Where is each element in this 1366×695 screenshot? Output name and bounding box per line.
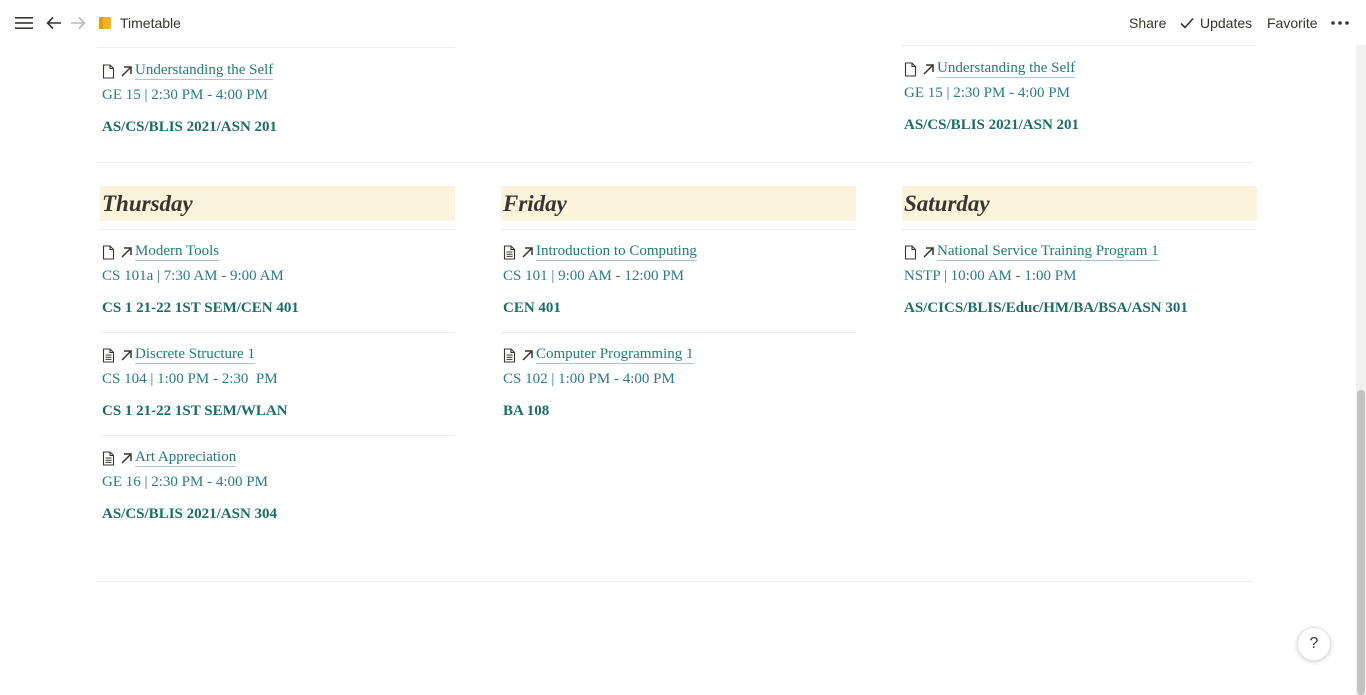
class-title-link[interactable]: Computer Programming 1 xyxy=(536,346,694,364)
class-card[interactable]: Understanding the Self GE 15 | 2:30 PM -… xyxy=(102,60,277,138)
updates-label: Updates xyxy=(1200,14,1253,31)
class-room: AS/CS/BLIS 2021/ASN 304 xyxy=(102,506,278,522)
class-code-time: NSTP | 10:00 AM - 1:00 PM xyxy=(904,268,1077,284)
class-room: AS/CICS/BLIS/Educ/HM/BA/BSA/ASN 301 xyxy=(904,300,1188,316)
class-room: AS/CS/BLIS 2021/ASN 201 xyxy=(102,119,278,135)
class-card[interactable]: Computer Programming 1 CS 102 | 1:00 PM … xyxy=(503,344,694,422)
class-room: CS 1 21-22 1ST SEM/WLAN xyxy=(102,403,288,419)
page-icon xyxy=(904,244,917,260)
divider xyxy=(100,435,455,436)
divider xyxy=(97,47,455,48)
day-heading-thursday: Thursday xyxy=(100,186,455,221)
link-arrow-icon xyxy=(522,246,533,258)
page-icon xyxy=(904,61,917,77)
page-title: Timetable xyxy=(120,14,181,31)
class-title-link[interactable]: Discrete Structure 1 xyxy=(135,346,255,364)
breadcrumb[interactable]: Timetable xyxy=(98,0,181,45)
divider xyxy=(100,229,455,230)
section-divider xyxy=(97,162,1253,163)
page-text-icon xyxy=(503,244,516,260)
divider xyxy=(902,45,1257,46)
page-text-icon xyxy=(503,347,516,363)
notebook-icon xyxy=(99,16,111,29)
more-options-icon[interactable] xyxy=(1330,0,1350,45)
class-code-time: CS 101a | 7:30 AM - 9:00 AM xyxy=(102,268,284,284)
class-room: CS 1 21-22 1ST SEM/CEN 401 xyxy=(102,300,299,316)
class-code-time: CS 104 | 1:00 PM - 2:30 PM xyxy=(102,371,278,387)
favorite-button[interactable]: Favorite xyxy=(1267,0,1318,45)
scrollbar-thumb[interactable] xyxy=(1357,390,1365,695)
link-arrow-icon xyxy=(923,63,934,75)
class-code-time: GE 15 | 2:30 PM - 4:00 PM xyxy=(904,85,1070,101)
link-arrow-icon xyxy=(121,246,132,258)
page-icon xyxy=(102,63,115,79)
link-arrow-icon xyxy=(121,349,132,361)
share-button[interactable]: Share xyxy=(1129,0,1166,45)
menu-icon[interactable] xyxy=(14,0,34,45)
class-code-time: GE 16 | 2:30 PM - 4:00 PM xyxy=(102,474,268,490)
class-room: CEN 401 xyxy=(503,300,561,316)
link-arrow-icon xyxy=(522,349,533,361)
divider xyxy=(100,332,455,333)
link-arrow-icon xyxy=(121,65,132,77)
class-title-link[interactable]: Modern Tools xyxy=(135,243,220,261)
link-arrow-icon xyxy=(923,246,934,258)
class-title-link[interactable]: Understanding the Self xyxy=(135,62,274,80)
scrollbar[interactable] xyxy=(1356,45,1366,695)
updates-button[interactable]: Updates xyxy=(1180,0,1252,45)
back-arrow-icon[interactable] xyxy=(44,0,64,45)
class-title-link[interactable]: Introduction to Computing xyxy=(536,243,697,261)
class-card[interactable]: Introduction to Computing CS 101 | 9:00 … xyxy=(503,241,697,319)
check-icon xyxy=(1180,17,1194,29)
class-room: AS/CS/BLIS 2021/ASN 201 xyxy=(904,117,1080,133)
class-card[interactable]: Art Appreciation GE 16 | 2:30 PM - 4:00 … xyxy=(102,447,277,525)
class-card[interactable]: Understanding the Self GE 15 | 2:30 PM -… xyxy=(904,58,1079,136)
section-divider xyxy=(97,581,1253,582)
day-heading-saturday: Saturday xyxy=(902,186,1257,221)
forward-arrow-icon[interactable] xyxy=(68,0,88,45)
class-room: BA 108 xyxy=(503,403,550,419)
class-card[interactable]: Modern Tools CS 101a | 7:30 AM - 9:00 AM… xyxy=(102,241,299,319)
help-button[interactable]: ? xyxy=(1297,627,1331,661)
divider xyxy=(902,229,1257,230)
class-code-time: CS 101 | 9:00 AM - 12:00 PM xyxy=(503,268,684,284)
class-title-link[interactable]: National Service Training Program 1 xyxy=(937,243,1159,261)
class-card[interactable]: National Service Training Program 1 NSTP… xyxy=(904,241,1188,319)
day-heading-friday: Friday xyxy=(501,186,856,221)
page-icon xyxy=(102,244,115,260)
class-title-link[interactable]: Art Appreciation xyxy=(135,449,237,467)
class-card[interactable]: Discrete Structure 1 CS 104 | 1:00 PM - … xyxy=(102,344,288,422)
page-text-icon xyxy=(102,450,115,466)
top-bar: Timetable Share Updates Favorite xyxy=(0,0,1366,45)
page-text-icon xyxy=(102,347,115,363)
class-code-time: CS 102 | 1:00 PM - 4:00 PM xyxy=(503,371,675,387)
divider xyxy=(501,332,856,333)
class-title-link[interactable]: Understanding the Self xyxy=(937,60,1076,78)
link-arrow-icon xyxy=(121,452,132,464)
divider xyxy=(501,229,856,230)
class-code-time: GE 15 | 2:30 PM - 4:00 PM xyxy=(102,87,268,103)
